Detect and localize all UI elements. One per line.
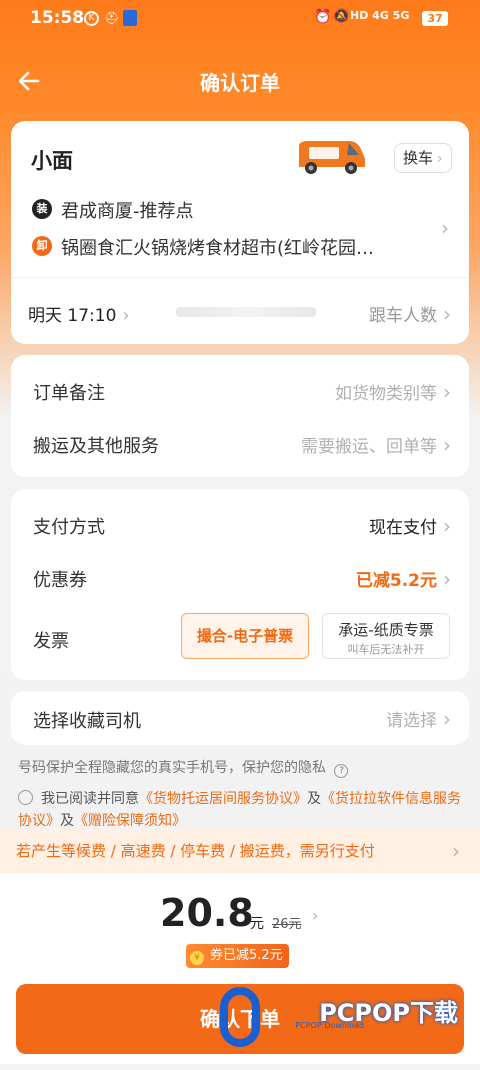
coupon-row[interactable]: 已减5.2元 › [356, 566, 451, 591]
pickup-badge: 装 [32, 199, 52, 219]
invoice-option-paper[interactable]: 承运-纸质专票 叫车后无法补开 [322, 613, 450, 659]
coin-icon: ¥ [190, 951, 204, 965]
invoice-label: 发票 [33, 631, 69, 652]
pay-method-label: 支付方式 [33, 517, 105, 538]
dropoff-address[interactable]: 锅圈食汇火锅烧烤食材超市(红岭花园… [61, 234, 421, 260]
payment-card: 支付方式 现在支付 › 优惠券 已减5.2元 › 发票 撮合-电子普票 承运-纸质专… [11, 489, 469, 680]
service-label: 搬运及其他服务 [33, 436, 159, 457]
nav-gesture-area [0, 1064, 480, 1070]
help-icon[interactable]: ? [334, 764, 349, 778]
chevron-right-icon[interactable]: › [441, 216, 449, 240]
blurred-phone [176, 307, 316, 317]
chevron-right-icon: › [443, 433, 451, 457]
driver-card[interactable]: 选择收藏司机 请选择 › [11, 691, 469, 745]
watermark-sub: PCPOP Download [295, 1021, 364, 1030]
chevron-right-icon: › [443, 514, 451, 538]
link-insurance-notice[interactable]: 《赠险保障须知》 [74, 813, 186, 829]
network-indicators: HD 4G 5G [350, 9, 410, 22]
status-time: 15:58 [30, 8, 85, 28]
chevron-right-icon: › [443, 707, 451, 731]
privacy-note: 号码保护全程隐藏您的真实手机号，保护您的隐私 ? [18, 757, 349, 778]
notes-card: 订单备注 如货物类别等 › 搬运及其他服务 需要搬运、回单等 › [11, 355, 469, 477]
chevron-right-icon[interactable]: › [312, 906, 318, 925]
van-icon [299, 141, 365, 174]
link-freight-agreement[interactable]: 《货物托运居间服务协议》 [139, 791, 307, 807]
app-icon [123, 10, 137, 26]
dropoff-badge: 卸 [32, 236, 52, 256]
departure-time[interactable]: 明天 17:10 › [28, 301, 130, 326]
swap-vehicle-button[interactable]: 换车 › [394, 143, 452, 173]
mute-icon: 🔕 [333, 9, 350, 24]
watermark-logo-icon [220, 987, 260, 1047]
remark-label: 订单备注 [33, 383, 105, 404]
bottom-bar: 20.8 元 26元 › ¥ 券已减5.2元 确认下单 PCPOP下载 PCPOP… [0, 873, 480, 1070]
price-unit: 元 [250, 916, 264, 932]
k-icon: K [84, 11, 99, 26]
chevron-right-icon: › [443, 567, 451, 591]
page-title: 确认订单 [200, 71, 280, 95]
agree-checkbox[interactable] [18, 790, 33, 805]
driver-label: 选择收藏司机 [33, 711, 141, 732]
chevron-right-icon: › [443, 380, 451, 404]
price-amount[interactable]: 20.8 [160, 891, 254, 935]
extra-fee-banner[interactable]: 若产生等候费 / 高速费 / 停车费 / 搬运费，需另行支付 › [0, 829, 480, 873]
coupon-badge: ¥ 券已减5.2元 [186, 944, 289, 968]
pickup-address[interactable]: 君成商厦-推荐点 [61, 197, 194, 223]
chevron-right-icon: › [437, 151, 443, 167]
status-bar: 15:58 K ⛑ ⏰ 🔕 HD 4G 5G 37 [0, 0, 480, 40]
chevron-right-icon: › [122, 305, 130, 326]
chevron-right-icon: › [452, 839, 460, 863]
invoice-option-electronic[interactable]: 撮合-电子普票 [181, 613, 309, 659]
agreement: 我已阅读并同意《货物托运居间服务协议》及《货拉拉软件信息服务协议》及《赠险保障须… [18, 790, 461, 829]
riders-row[interactable]: 跟车人数 › [369, 301, 451, 326]
alarm-icon: ⏰ [314, 9, 332, 25]
coupon-label: 优惠券 [33, 570, 87, 591]
remark-row[interactable]: 如货物类别等 › [335, 379, 451, 404]
pay-method-row[interactable]: 现在支付 › [369, 513, 451, 538]
vehicle-name: 小面 [31, 149, 73, 173]
chevron-right-icon: › [443, 302, 451, 326]
original-price: 26元 [272, 917, 302, 932]
hat-icon: ⛑ [104, 11, 120, 25]
battery-icon: 37 [422, 11, 448, 26]
service-row[interactable]: 需要搬运、回单等 › [301, 432, 451, 457]
driver-row[interactable]: 请选择 › [386, 706, 451, 731]
route-card: 小面 换车 › 装 君成商厦-推荐点 卸 锅圈食汇火锅烧烤食材超市(红岭花园… ›… [11, 121, 469, 344]
divider [11, 277, 469, 278]
